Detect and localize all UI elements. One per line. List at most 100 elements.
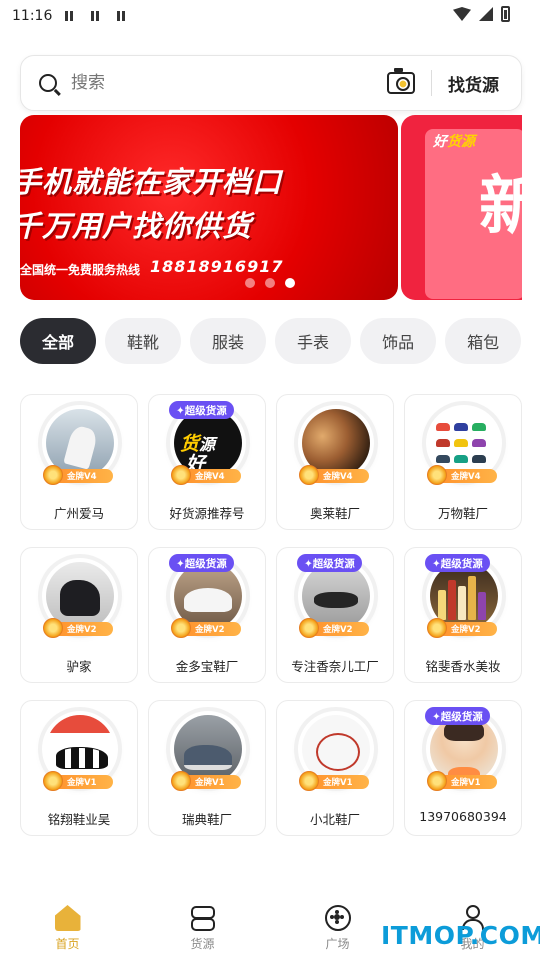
level-text: 金牌V4 — [323, 472, 353, 482]
shop-card[interactable]: 金牌V4 奥莱鞋厂 — [276, 394, 394, 530]
goods-icon — [190, 905, 216, 931]
level-badge: 金牌V2 — [43, 618, 113, 638]
level-text: 金牌V2 — [323, 625, 353, 635]
shoe-thumb — [436, 423, 450, 431]
shop-card[interactable]: ✦超级货源 金牌V2 铭斐香水美妆 — [404, 547, 522, 683]
shoe-thumb — [436, 455, 450, 463]
category-tab-bags[interactable]: 箱包 — [445, 318, 522, 364]
banner-headline-2: 千万用户找你供货 — [20, 209, 253, 243]
level-badge: 金牌V1 — [43, 771, 113, 791]
level-text: 金牌V1 — [451, 778, 481, 788]
pause-icon — [64, 11, 74, 21]
level-badge: 金牌V4 — [299, 465, 369, 485]
shoe-thumb — [472, 455, 486, 463]
watermark: ITMOP.COM — [381, 921, 540, 950]
level-text: 金牌V1 — [67, 778, 97, 788]
medal-icon — [299, 618, 319, 638]
medal-icon — [171, 771, 191, 791]
shop-name: 金多宝鞋厂 — [175, 659, 239, 674]
plaza-icon — [324, 905, 351, 931]
shop-card[interactable]: 金牌V1 瑞典鞋厂 — [148, 700, 266, 836]
search-bar[interactable]: 找货源 — [20, 55, 522, 111]
nav-goods[interactable]: 货源 — [135, 895, 270, 960]
shop-card[interactable]: ✦超级货源 金牌V2 金多宝鞋厂 — [148, 547, 266, 683]
level-badge: 金牌V1 — [171, 771, 241, 791]
shoe-thumb — [454, 439, 468, 447]
shop-card[interactable]: 金牌V1 铭翔鞋业吴 — [20, 700, 138, 836]
shop-name: 专注香奈儿工厂 — [291, 659, 379, 674]
category-tab-clothing[interactable]: 服装 — [190, 318, 267, 364]
category-tab-shoes[interactable]: 鞋靴 — [105, 318, 182, 364]
status-time: 11:16 — [12, 8, 53, 24]
shop-card[interactable]: 金牌V1 小北鞋厂 — [276, 700, 394, 836]
medal-icon — [43, 618, 63, 638]
level-badge: 金牌V2 — [171, 618, 241, 638]
camera-icon[interactable] — [387, 68, 415, 94]
category-tab-watches[interactable]: 手表 — [275, 318, 352, 364]
shop-name: 铭斐香水美妆 — [425, 659, 501, 674]
perfume-bottle — [468, 576, 476, 620]
level-badge: 金牌V4 — [43, 465, 113, 485]
super-source-badge: ✦超级货源 — [169, 554, 234, 572]
wifi-icon — [453, 7, 471, 21]
shop-card[interactable]: ✦超级货源 金牌V2 专注香奈儿工厂 — [276, 547, 394, 683]
pause-icon — [90, 11, 100, 21]
search-input[interactable] — [71, 73, 387, 93]
perfume-bottle — [458, 586, 466, 620]
level-badge: 金牌V4 — [427, 465, 497, 485]
signal-icon — [479, 7, 493, 21]
level-text: 金牌V4 — [451, 472, 481, 482]
shop-name: 万物鞋厂 — [437, 506, 488, 521]
level-badge: 金牌V4 — [171, 465, 241, 485]
category-tab-all[interactable]: 全部 — [20, 318, 97, 364]
find-source-button[interactable]: 找货源 — [448, 71, 499, 96]
banner-headline-1: 手机就能在家开档口 — [20, 165, 283, 199]
medal-icon — [427, 771, 447, 791]
shop-name: 广州爱马 — [53, 506, 104, 521]
next-banner-preview[interactable]: 好货源 新 — [401, 115, 522, 300]
perfume-bottle — [448, 580, 456, 620]
shop-name: 铭翔鞋业吴 — [47, 812, 111, 827]
medal-icon — [299, 771, 319, 791]
status-bar: 11:16 — [0, 0, 540, 32]
shop-card[interactable]: 金牌V4 万物鞋厂 — [404, 394, 522, 530]
level-badge: 金牌V1 — [299, 771, 369, 791]
shop-card[interactable]: ✦超级货源 好货源 金牌V4 好货源推荐号 — [148, 394, 266, 530]
super-source-badge: ✦超级货源 — [297, 554, 362, 572]
medal-icon — [43, 771, 63, 791]
nav-home[interactable]: 首页 — [0, 895, 135, 960]
shoe-thumb — [454, 423, 468, 431]
nav-label: 货源 — [190, 937, 215, 951]
carousel-dots — [245, 278, 295, 288]
shop-card[interactable]: ✦超级货源 金牌V1 13970680394 — [404, 700, 522, 836]
category-tab-accessories[interactable]: 饰品 — [360, 318, 437, 364]
home-icon — [54, 905, 81, 931]
medal-icon — [299, 465, 319, 485]
shop-name: 13970680394 — [419, 809, 507, 824]
super-source-badge: ✦超级货源 — [425, 554, 490, 572]
banner-hotline-label: 全国统一免费服务热线 — [20, 263, 141, 277]
medal-icon — [427, 465, 447, 485]
shop-name: 驴家 — [66, 659, 92, 674]
shop-name: 奥莱鞋厂 — [309, 506, 360, 521]
shop-name: 瑞典鞋厂 — [181, 812, 232, 827]
shop-grid: 金牌V4 广州爱马 ✦超级货源 好货源 金牌V4 好货源推荐号 金牌V4 奥莱鞋… — [20, 394, 522, 836]
level-badge: 金牌V2 — [299, 618, 369, 638]
shoe-thumb — [472, 439, 486, 447]
search-divider — [431, 70, 432, 96]
banner-phone: 18818916917 — [150, 257, 284, 276]
level-text: 金牌V4 — [67, 472, 97, 482]
level-badge: 金牌V2 — [427, 618, 497, 638]
level-text: 金牌V4 — [195, 472, 225, 482]
search-icon — [39, 74, 57, 92]
next-banner-logo: 好货源 — [433, 131, 475, 151]
level-text: 金牌V2 — [195, 625, 225, 635]
medal-icon — [171, 465, 191, 485]
level-text: 金牌V2 — [451, 625, 481, 635]
promo-banner[interactable]: 手机就能在家开档口 千万用户找你供货 全国统一免费服务热线 1881891691… — [20, 115, 398, 300]
shop-card[interactable]: 金牌V4 广州爱马 — [20, 394, 138, 530]
level-text: 金牌V1 — [195, 778, 225, 788]
perfume-bottle — [478, 592, 486, 620]
shop-card[interactable]: 金牌V2 驴家 — [20, 547, 138, 683]
status-indicators — [453, 6, 510, 22]
